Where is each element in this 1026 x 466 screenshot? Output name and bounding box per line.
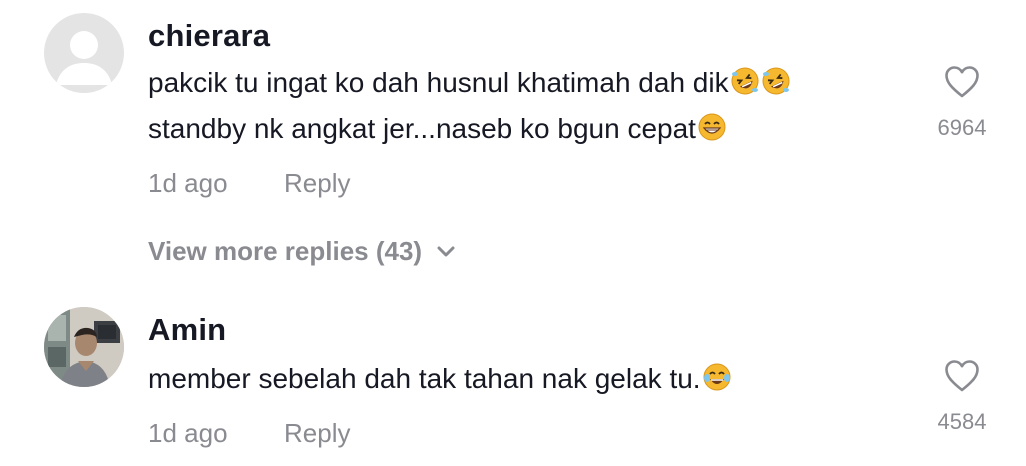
username[interactable]: Amin [148, 312, 226, 348]
comment-text: pakcik tu ingat ko dah husnul khatimah d… [148, 67, 729, 98]
profile-photo-avatar [44, 307, 124, 387]
chevron-down-icon [437, 246, 455, 256]
comment-text-line: pakcik tu ingat ko dah husnul khatimah d… [148, 66, 791, 99]
like-count: 6964 [937, 115, 987, 140]
comment-item: chierara pakcik tu ingat ko dah husnul k… [0, 0, 1026, 230]
comment-timestamp: 1d ago [148, 418, 228, 448]
reply-button[interactable]: Reply [284, 418, 350, 449]
comment-text-line: standby nk angkat jer...naseb ko bgun ce… [148, 112, 727, 145]
heart-outline-icon [945, 66, 979, 98]
default-user-avatar-icon [56, 31, 112, 85]
grinning-face-emoji [698, 113, 726, 141]
comment-timestamp: 1d ago [148, 168, 228, 198]
heart-outline-icon [945, 360, 979, 392]
view-more-replies-button[interactable]: View more replies (43) [148, 236, 456, 267]
view-more-replies-label: View more replies (43) [148, 236, 423, 266]
user-avatar[interactable] [44, 13, 124, 93]
rolling-on-floor-laughing-emoji [762, 67, 790, 95]
like-button[interactable] [938, 58, 986, 106]
comment-item: Amin member sebelah dah tak tahan nak ge… [0, 290, 1026, 466]
comment-text-line: member sebelah dah tak tahan nak gelak t… [148, 362, 732, 395]
user-avatar[interactable] [44, 307, 124, 387]
like-count: 4584 [937, 409, 987, 434]
comment-text: standby nk angkat jer...naseb ko bgun ce… [148, 113, 696, 144]
rolling-on-floor-laughing-emoji [731, 67, 759, 95]
face-with-tears-of-joy-emoji [703, 363, 731, 391]
like-button[interactable] [938, 352, 986, 400]
reply-button[interactable]: Reply [284, 168, 350, 199]
username[interactable]: chierara [148, 18, 270, 54]
comment-text: member sebelah dah tak tahan nak gelak t… [148, 363, 701, 394]
